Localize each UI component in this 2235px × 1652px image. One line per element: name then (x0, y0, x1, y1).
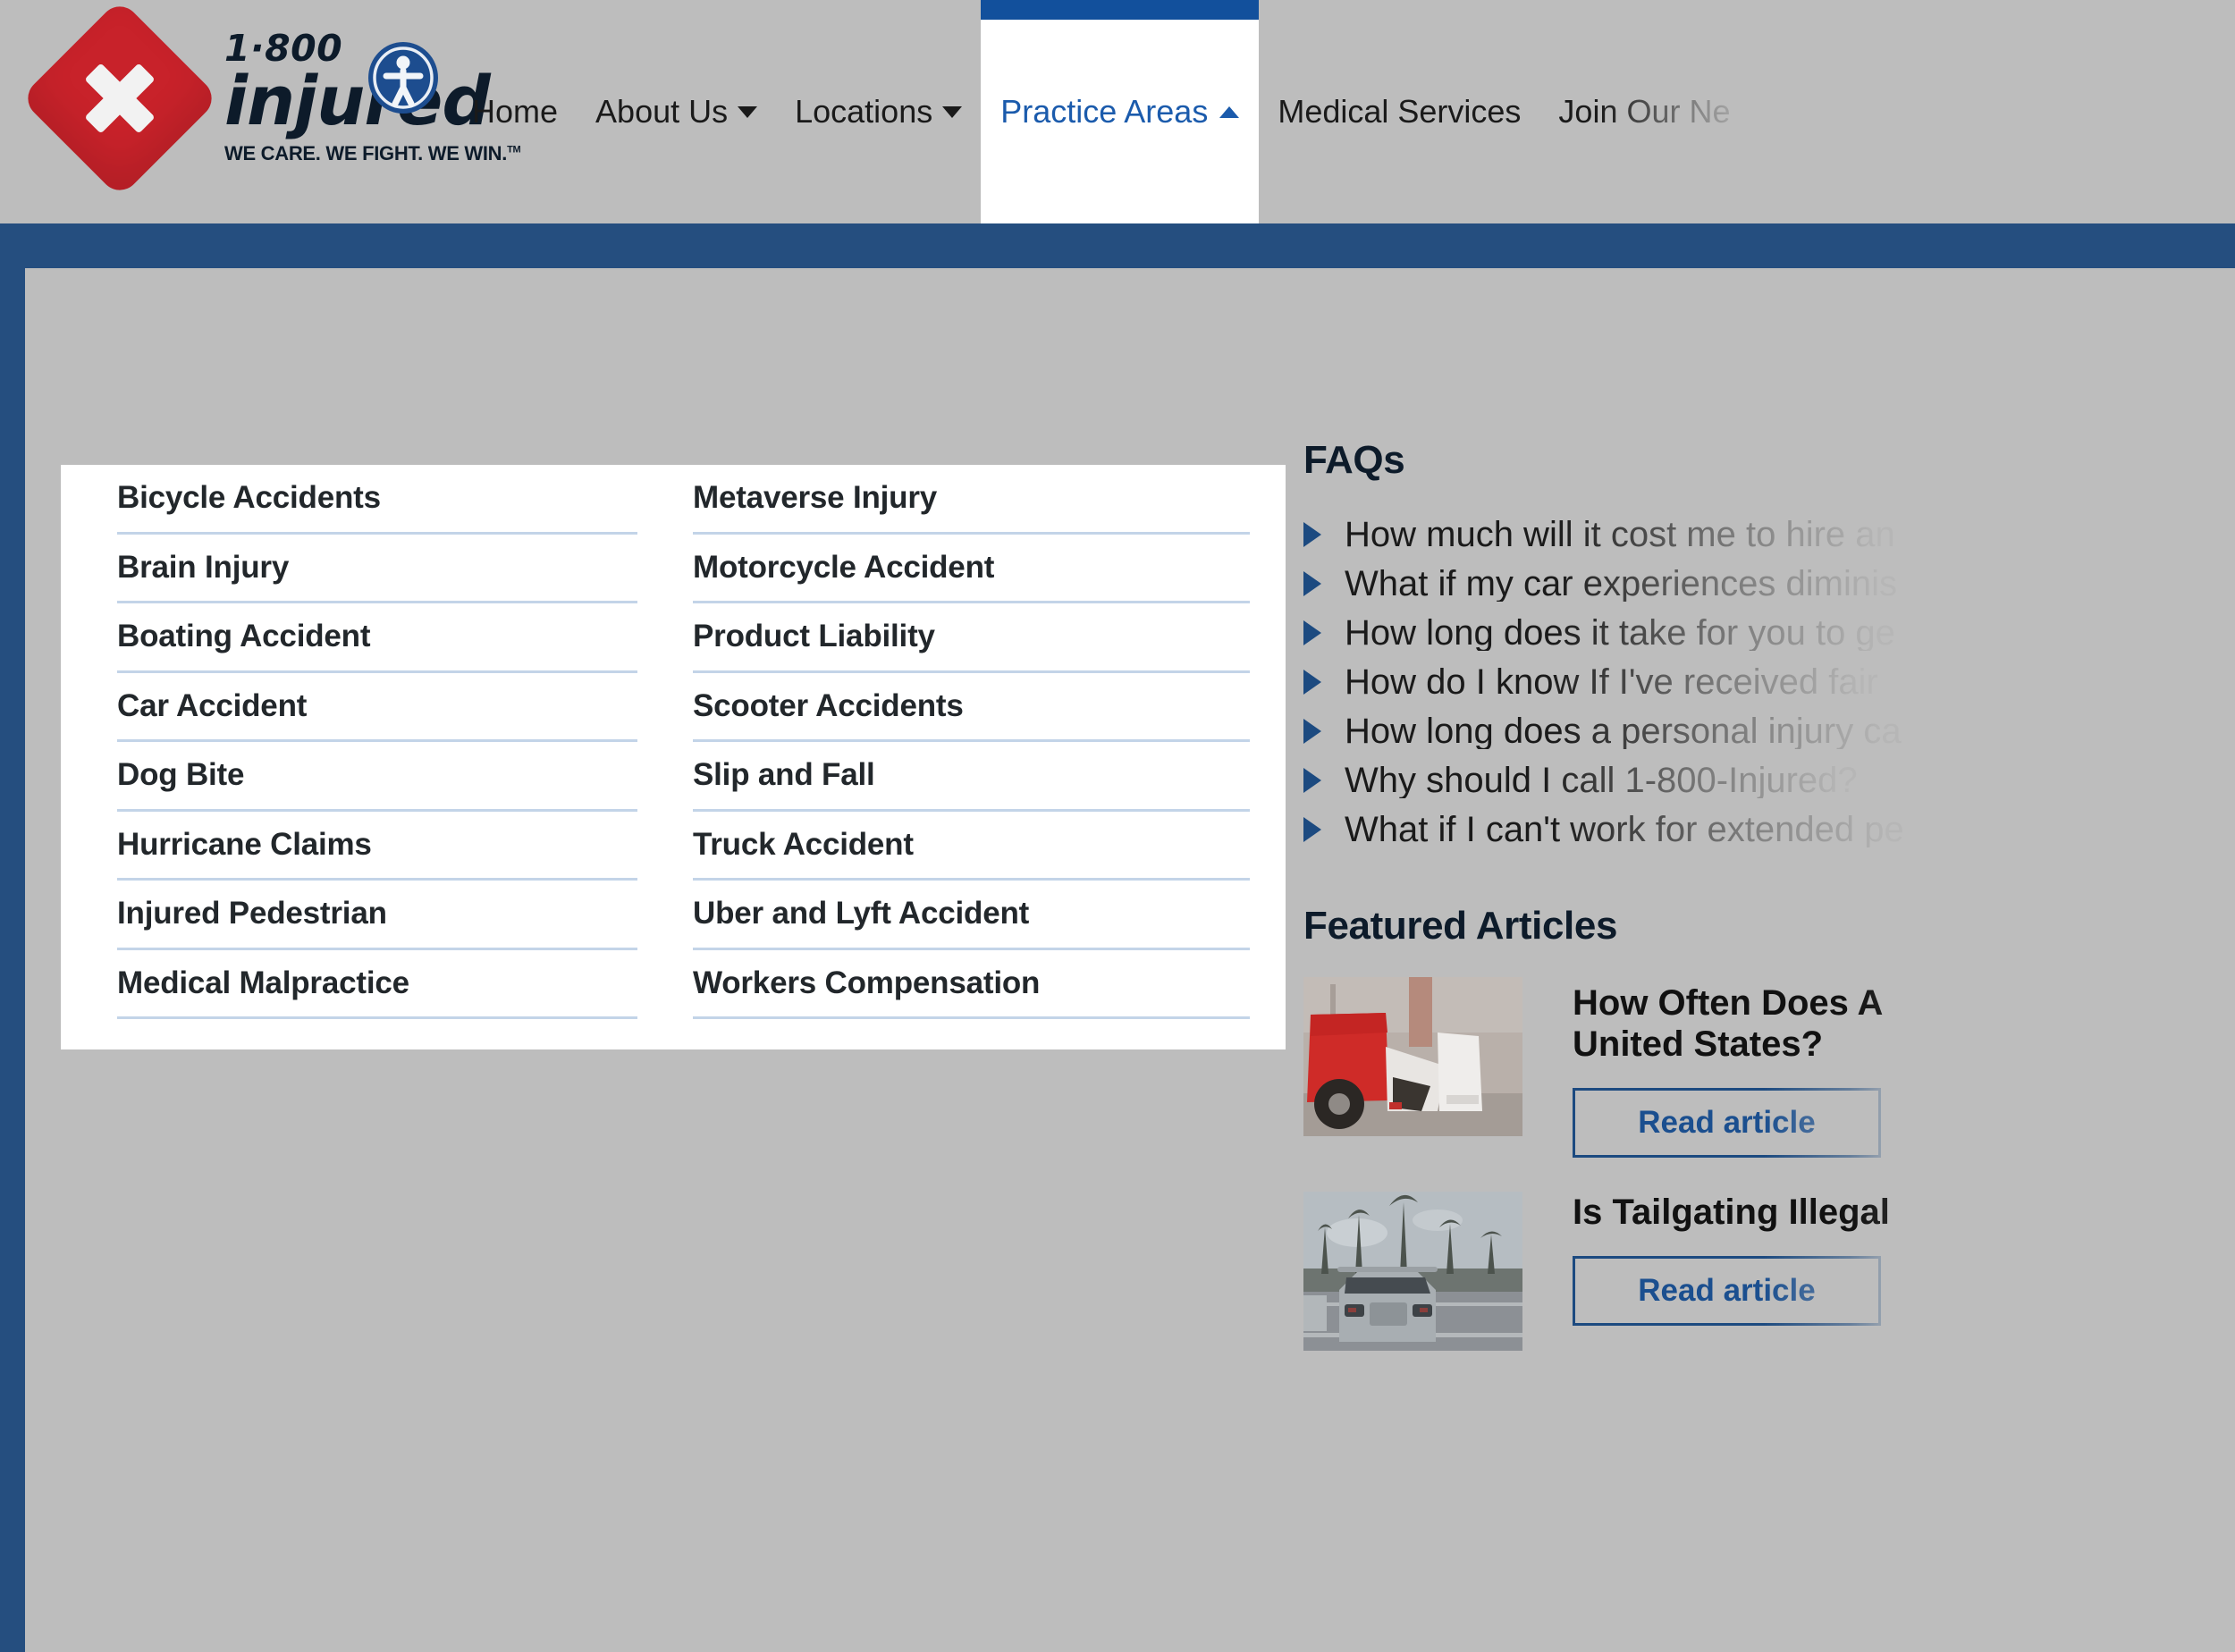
article-body: How Often Does A United States? Read art… (1573, 977, 2235, 1158)
brand-logo[interactable]: 1·800 injured WE CARE. WE FIGHT. WE WIN.… (20, 0, 521, 198)
menu-item-boating-accident[interactable]: Boating Accident (117, 603, 637, 673)
accessibility-person-icon[interactable] (367, 41, 440, 114)
active-tab-accent-bar (981, 0, 1260, 20)
featured-article-card[interactable]: Is Tailgating Illegal Read article (1303, 1192, 2235, 1351)
faq-item[interactable]: Why should I call 1-800-Injured? (1303, 755, 2235, 805)
faq-item-label: How much will it cost me to hire an (1345, 514, 1895, 554)
triangle-right-icon (1303, 816, 1321, 842)
triangle-right-icon (1303, 767, 1321, 793)
menu-item-workers-compensation[interactable]: Workers Compensation (693, 950, 1250, 1019)
article-title: How Often Does A United States? (1573, 983, 1884, 1064)
nav-item-medical-services-label: Medical Services (1278, 93, 1522, 130)
faq-item[interactable]: What if my car experiences diminis (1303, 559, 2235, 608)
read-article-button[interactable]: Read article (1573, 1256, 1881, 1326)
menu-item-slip-and-fall[interactable]: Slip and Fall (693, 742, 1250, 812)
menu-item-motorcycle-accident[interactable]: Motorcycle Accident (693, 535, 1250, 603)
practice-areas-column-right: Metaverse Injury Motorcycle Accident Pro… (673, 465, 1286, 1049)
article-title: Is Tailgating Illegal (1573, 1193, 1890, 1232)
menu-item-dog-bite[interactable]: Dog Bite (117, 742, 637, 812)
page-content: Bicycle Accidents Brain Injury Boating A… (25, 268, 2235, 1652)
menu-item-bicycle-accidents[interactable]: Bicycle Accidents (117, 465, 637, 535)
faq-list: How much will it cost me to hire an What… (1303, 510, 2235, 854)
featured-articles-heading: Featured Articles (1303, 904, 1618, 948)
nav-item-join-our-network-label: Join Our Ne (1558, 93, 1731, 130)
menu-item-uber-and-lyft-accident[interactable]: Uber and Lyft Accident (693, 881, 1250, 950)
faq-item[interactable]: How long does it take for you to ge (1303, 608, 2235, 657)
menu-item-scooter-accidents[interactable]: Scooter Accidents (693, 673, 1250, 742)
red-cross-diamond-icon (20, 0, 220, 198)
nav-item-home[interactable]: Home (472, 0, 577, 223)
left-blue-rail (0, 223, 25, 1652)
faq-item[interactable]: How do I know If I've received fair (1303, 657, 2235, 706)
menu-item-hurricane-claims[interactable]: Hurricane Claims (117, 812, 637, 881)
practice-areas-dropdown-panel: Bicycle Accidents Brain Injury Boating A… (61, 465, 1286, 1049)
faq-item-label: What if my car experiences diminis (1345, 563, 1897, 603)
faq-item[interactable]: How long does a personal injury ca (1303, 706, 2235, 755)
read-article-button[interactable]: Read article (1573, 1088, 1881, 1158)
nav-item-join-our-network[interactable]: Join Our Ne (1539, 0, 1749, 223)
nav-item-medical-services[interactable]: Medical Services (1259, 0, 1539, 223)
menu-item-car-accident[interactable]: Car Accident (117, 673, 637, 742)
nav-item-locations-label: Locations (795, 93, 933, 130)
triangle-right-icon (1303, 570, 1321, 596)
chevron-down-icon (738, 105, 758, 118)
faq-item-label: How do I know If I've received fair (1345, 662, 1878, 702)
main-navigation: Home About Us Locations Practice Areas M… (472, 0, 1750, 223)
faq-item-label: How long does it take for you to ge (1345, 612, 1895, 653)
menu-item-medical-malpractice[interactable]: Medical Malpractice (117, 950, 637, 1019)
chevron-down-icon (942, 105, 963, 118)
nav-item-practice-areas[interactable]: Practice Areas (981, 0, 1260, 223)
nav-item-about-us[interactable]: About Us (577, 0, 776, 223)
menu-item-brain-injury[interactable]: Brain Injury (117, 535, 637, 603)
nav-item-about-us-label: About Us (595, 93, 729, 130)
menu-item-truck-accident[interactable]: Truck Accident (693, 812, 1250, 881)
site-header: 1·800 injured WE CARE. WE FIGHT. WE WIN.… (0, 0, 2235, 223)
faq-item-label: How long does a personal injury ca (1345, 711, 1902, 751)
triangle-right-icon (1303, 521, 1321, 547)
triangle-right-icon (1303, 669, 1321, 695)
faq-item[interactable]: What if I can't work for extended pe (1303, 805, 2235, 854)
nav-item-home-label: Home (472, 93, 559, 130)
nav-item-locations[interactable]: Locations (776, 0, 981, 223)
triangle-right-icon (1303, 718, 1321, 744)
menu-item-injured-pedestrian[interactable]: Injured Pedestrian (117, 881, 637, 950)
article-body: Is Tailgating Illegal Read article (1573, 1192, 2235, 1351)
sidebar-column: FAQs How much will it cost me to hire an… (1303, 438, 2235, 1351)
menu-item-product-liability[interactable]: Product Liability (693, 603, 1250, 673)
faq-item[interactable]: How much will it cost me to hire an (1303, 510, 2235, 559)
header-blue-divider-band (0, 223, 2235, 268)
nav-item-practice-areas-label: Practice Areas (1000, 93, 1209, 130)
menu-item-metaverse-injury[interactable]: Metaverse Injury (693, 465, 1250, 535)
triangle-right-icon (1303, 620, 1321, 645)
article-thumbnail-suv-highway (1303, 1192, 1522, 1351)
faq-item-label: What if I can't work for extended pe (1345, 809, 1904, 849)
faqs-heading: FAQs (1303, 438, 1405, 482)
faq-item-label: Why should I call 1-800-Injured? (1345, 760, 1858, 800)
practice-areas-column-left: Bicycle Accidents Brain Injury Boating A… (61, 465, 673, 1049)
article-thumbnail-car-crash (1303, 977, 1522, 1136)
brand-tagline-text: WE CARE. WE FIGHT. WE WIN. (224, 142, 508, 165)
featured-article-card[interactable]: How Often Does A United States? Read art… (1303, 977, 2235, 1158)
chevron-up-icon (1219, 105, 1240, 118)
